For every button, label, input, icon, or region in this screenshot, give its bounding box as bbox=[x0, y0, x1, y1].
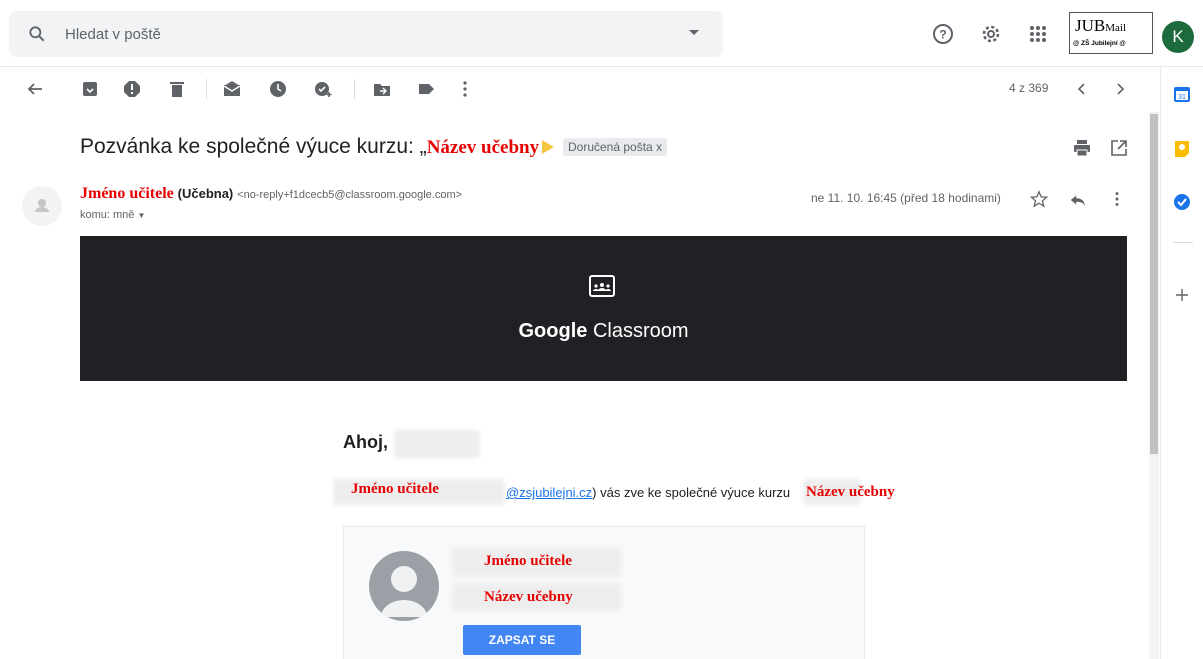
greeting: Ahoj, bbox=[343, 432, 388, 453]
invite-text: ) vás zve ke společné výuce kurzu bbox=[592, 485, 791, 500]
print-icon[interactable] bbox=[1072, 138, 1092, 158]
back-arrow-icon[interactable] bbox=[25, 79, 45, 99]
svg-text:31: 31 bbox=[1178, 94, 1186, 101]
sender-avatar[interactable] bbox=[22, 186, 62, 226]
apps-grid-icon[interactable] bbox=[1026, 22, 1050, 46]
add-to-tasks-icon[interactable] bbox=[313, 79, 333, 99]
mark-unread-icon[interactable] bbox=[222, 79, 242, 99]
gear-icon[interactable] bbox=[979, 22, 1003, 46]
redacted-recipient-name bbox=[394, 430, 480, 458]
reply-icon[interactable] bbox=[1069, 191, 1087, 209]
invite-teacher-name: Jméno učitele bbox=[351, 481, 439, 497]
card-teacher-name: Jméno učitele bbox=[484, 553, 572, 569]
account-avatar[interactable]: K bbox=[1162, 21, 1194, 53]
recipient-text: komu: mně bbox=[80, 209, 135, 221]
newer-chevron-icon[interactable] bbox=[1072, 79, 1092, 99]
greeting-text: Ahoj, bbox=[343, 432, 388, 452]
recipient-details[interactable]: komu: mně ▼ bbox=[80, 209, 145, 221]
logo-tagline: @ ZŠ Jubilejní @ bbox=[1073, 40, 1126, 47]
teacher-email-link[interactable]: @zsjubilejni.cz bbox=[506, 485, 592, 500]
subject-text: Pozvánka ke společné výuce kurzu: „ bbox=[80, 135, 427, 158]
open-new-window-icon[interactable] bbox=[1109, 138, 1129, 158]
add-addon-icon[interactable] bbox=[1174, 287, 1190, 303]
delete-icon[interactable] bbox=[167, 79, 187, 99]
search-icon[interactable] bbox=[27, 24, 47, 44]
remove-label-icon[interactable]: x bbox=[656, 140, 662, 154]
sender-name[interactable]: Jméno učitele bbox=[80, 185, 174, 202]
report-spam-icon[interactable] bbox=[122, 79, 142, 99]
message-toolbar: 4 z 369 bbox=[0, 67, 1160, 111]
more-options-icon[interactable] bbox=[1108, 190, 1126, 208]
toolbar-divider bbox=[206, 79, 207, 99]
snooze-icon[interactable] bbox=[268, 79, 288, 99]
side-panel: 31 bbox=[1160, 67, 1203, 659]
brand-google: Google bbox=[518, 320, 588, 342]
invite-course-name: Název učebny bbox=[806, 484, 895, 500]
archive-icon[interactable] bbox=[80, 79, 100, 99]
join-button[interactable]: ZAPSAT SE bbox=[463, 625, 581, 655]
jubmail-logo[interactable]: JUBMail @ ZŠ Jubilejní @ bbox=[1069, 12, 1153, 54]
email-date: ne 11. 10. 16:45 (před 18 hodinami) bbox=[811, 191, 1001, 205]
older-chevron-icon[interactable] bbox=[1110, 79, 1130, 99]
sender-address: <no-reply+f1dcecb5@classroom.google.com> bbox=[237, 189, 463, 201]
subject-course-name: Název učebny bbox=[426, 137, 540, 158]
classroom-icon bbox=[589, 275, 615, 297]
calendar-icon[interactable]: 31 bbox=[1172, 84, 1192, 104]
label-icon[interactable] bbox=[416, 79, 436, 99]
search-placeholder[interactable]: Hledat v poště bbox=[65, 26, 161, 43]
brand-classroom: Classroom bbox=[592, 320, 689, 342]
star-icon[interactable] bbox=[1030, 190, 1048, 208]
pagination-count: 4 z 369 bbox=[1009, 81, 1049, 95]
inbox-label-chip[interactable]: Doručená pošta x bbox=[563, 138, 668, 156]
sender-org: (Učebna) bbox=[177, 186, 234, 201]
teacher-avatar bbox=[369, 551, 439, 621]
invitation-card: Jméno učitele Název učebny bbox=[343, 526, 865, 659]
side-panel-divider bbox=[1173, 242, 1193, 243]
card-course-name: Název učebny bbox=[484, 589, 573, 605]
search-options-icon[interactable] bbox=[689, 30, 699, 35]
person-icon bbox=[381, 566, 427, 617]
scrollbar-thumb[interactable] bbox=[1150, 114, 1158, 454]
keep-icon[interactable] bbox=[1172, 139, 1192, 159]
logo-main-text: JUB bbox=[1075, 16, 1106, 35]
logo-sub-text: Mail bbox=[1105, 22, 1127, 34]
classroom-banner: Google Classroom bbox=[80, 236, 1127, 381]
person-icon bbox=[35, 199, 49, 212]
toolbar-divider bbox=[354, 79, 355, 99]
email-subject: Pozvánka ke společné výuce kurzu: „Název… bbox=[80, 135, 539, 159]
tasks-icon[interactable] bbox=[1172, 192, 1192, 212]
help-icon[interactable]: ? bbox=[931, 22, 955, 46]
importance-marker-icon[interactable] bbox=[542, 140, 554, 154]
sender-line: Jméno učitele (Učebna) <no-reply+f1dcecb… bbox=[80, 185, 462, 203]
svg-text:?: ? bbox=[939, 28, 946, 42]
chevron-down-icon[interactable]: ▼ bbox=[137, 211, 145, 220]
search-bar[interactable]: Hledat v poště bbox=[9, 11, 723, 57]
more-vertical-icon[interactable] bbox=[455, 79, 475, 99]
inbox-label-text: Doručená pošta bbox=[568, 140, 653, 154]
classroom-brand: Google Classroom bbox=[80, 320, 1127, 343]
move-to-icon[interactable] bbox=[372, 79, 392, 99]
